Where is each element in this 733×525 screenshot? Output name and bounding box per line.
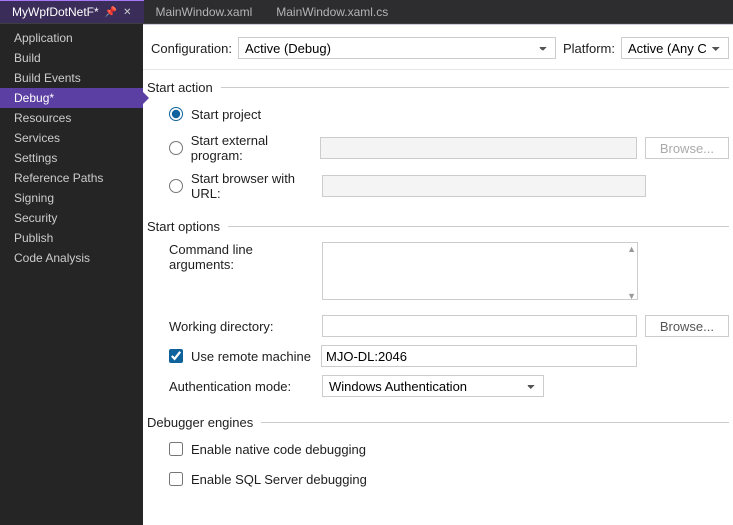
tab-label: MainWindow.xaml <box>156 5 253 19</box>
label-start-external: Start external program: <box>191 133 312 163</box>
browse-external-button[interactable]: Browse... <box>645 137 729 159</box>
sidebar-item-reference-paths[interactable]: Reference Paths <box>0 168 143 188</box>
platform-label: Platform: <box>559 41 621 56</box>
tab-project-properties[interactable]: MyWpfDotNetF* 📌 ✕ <box>0 0 144 23</box>
configuration-label: Configuration: <box>147 41 238 56</box>
sidebar-item-signing[interactable]: Signing <box>0 188 143 208</box>
tab-mainwindow-xaml[interactable]: MainWindow.xaml <box>144 0 265 23</box>
section-title-debugger-engines: Debugger engines <box>147 415 253 430</box>
divider <box>261 422 729 423</box>
input-browser-url[interactable] <box>322 175 646 197</box>
label-remote-machine: Use remote machine <box>191 349 313 364</box>
input-remote-machine[interactable] <box>321 345 637 367</box>
label-start-project: Start project <box>191 107 261 122</box>
sidebar-item-publish[interactable]: Publish <box>0 228 143 248</box>
document-tabs: MyWpfDotNetF* 📌 ✕ MainWindow.xaml MainWi… <box>0 0 733 24</box>
tab-label: MyWpfDotNetF* <box>12 5 99 19</box>
input-external-program[interactable] <box>320 137 637 159</box>
checkbox-remote-machine[interactable] <box>169 349 183 363</box>
sidebar-item-resources[interactable]: Resources <box>0 108 143 128</box>
debug-property-page: Configuration: Active (Debug) Platform: … <box>143 24 733 525</box>
platform-select[interactable]: Active (Any CPU) <box>621 37 729 59</box>
label-sql-debug: Enable SQL Server debugging <box>191 472 367 487</box>
divider <box>228 226 729 227</box>
label-native-debug: Enable native code debugging <box>191 442 366 457</box>
radio-start-external[interactable] <box>169 141 183 155</box>
configuration-select[interactable]: Active (Debug) <box>238 37 556 59</box>
tab-label: MainWindow.xaml.cs <box>276 5 388 19</box>
section-title-start-options: Start options <box>147 219 220 234</box>
checkbox-native-debug[interactable] <box>169 442 183 456</box>
label-working-dir: Working directory: <box>169 319 314 334</box>
input-cli-args[interactable] <box>322 242 638 300</box>
sidebar-item-services[interactable]: Services <box>0 128 143 148</box>
sidebar-item-build[interactable]: Build <box>0 48 143 68</box>
tab-mainwindow-cs[interactable]: MainWindow.xaml.cs <box>264 0 400 23</box>
close-icon[interactable]: ✕ <box>123 7 131 18</box>
section-title-start-action: Start action <box>147 80 213 95</box>
divider <box>221 87 729 88</box>
label-cli-args: Command line arguments: <box>169 242 314 272</box>
sidebar-item-debug[interactable]: Debug* <box>0 88 143 108</box>
property-page-sidebar: Application Build Build Events Debug* Re… <box>0 24 143 525</box>
checkbox-sql-debug[interactable] <box>169 472 183 486</box>
label-start-browser: Start browser with URL: <box>191 171 314 201</box>
radio-start-browser[interactable] <box>169 179 183 193</box>
radio-start-project[interactable] <box>169 107 183 121</box>
sidebar-item-build-events[interactable]: Build Events <box>0 68 143 88</box>
browse-workdir-button[interactable]: Browse... <box>645 315 729 337</box>
sidebar-item-code-analysis[interactable]: Code Analysis <box>0 248 143 268</box>
label-auth-mode: Authentication mode: <box>169 379 314 394</box>
sidebar-item-application[interactable]: Application <box>0 28 143 48</box>
sidebar-item-settings[interactable]: Settings <box>0 148 143 168</box>
pin-icon[interactable]: 📌 <box>105 7 117 18</box>
select-auth-mode[interactable]: Windows Authentication <box>322 375 544 397</box>
input-working-dir[interactable] <box>322 315 637 337</box>
sidebar-item-security[interactable]: Security <box>0 208 143 228</box>
